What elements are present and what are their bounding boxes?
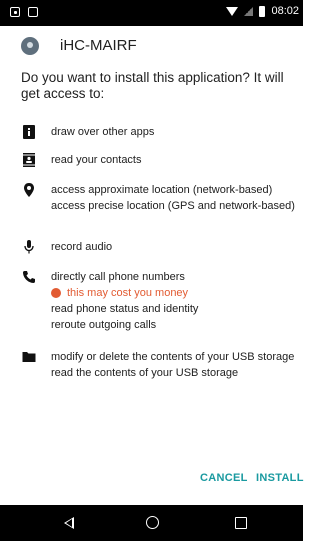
navigation-bar — [0, 505, 303, 541]
dialog-actions: CANCEL INSTALL — [0, 472, 303, 492]
permission-line: read phone status and identity — [51, 303, 199, 315]
status-time: 08:02 — [271, 5, 299, 17]
permission-line: access approximate location (network-bas… — [51, 184, 273, 196]
permission-line: read your contacts — [51, 154, 142, 166]
battery-icon — [259, 5, 266, 17]
dialog-header: iHC-MAIRF — [0, 26, 303, 68]
info-icon — [23, 125, 35, 139]
permission-line: modify or delete the contents of your US… — [51, 351, 295, 363]
notification-icon — [10, 7, 20, 17]
app-title: iHC-MAIRF — [60, 37, 137, 54]
cost-warning-text: this may cost you money — [67, 287, 189, 299]
coin-warning-icon — [51, 288, 61, 298]
cancel-button[interactable]: CANCEL — [200, 472, 248, 484]
install-question: Do you want to install this application?… — [21, 70, 284, 101]
wifi-icon — [226, 6, 239, 16]
folder-icon — [22, 352, 36, 362]
image-notification-icon — [28, 7, 38, 17]
permission-line: draw over other apps — [51, 126, 155, 138]
permission-line: access precise location (GPS and network… — [51, 200, 295, 212]
install-button[interactable]: INSTALL — [256, 472, 304, 484]
microphone-icon — [24, 240, 34, 254]
cost-warning: this may cost you money — [51, 287, 296, 300]
app-icon — [21, 37, 39, 55]
permission-line: record audio — [51, 241, 113, 253]
back-icon[interactable] — [64, 517, 74, 529]
status-bar: 08:02 — [0, 0, 303, 26]
home-icon[interactable] — [146, 516, 159, 529]
location-pin-icon — [24, 183, 34, 197]
phone-icon — [23, 271, 35, 283]
signal-icon — [244, 6, 254, 16]
recents-icon[interactable] — [235, 517, 247, 529]
contacts-icon — [23, 153, 35, 167]
permission-line: read the contents of your USB storage — [51, 367, 239, 379]
permission-line: reroute outgoing calls — [51, 319, 157, 331]
permission-line: directly call phone numbers — [51, 271, 185, 283]
